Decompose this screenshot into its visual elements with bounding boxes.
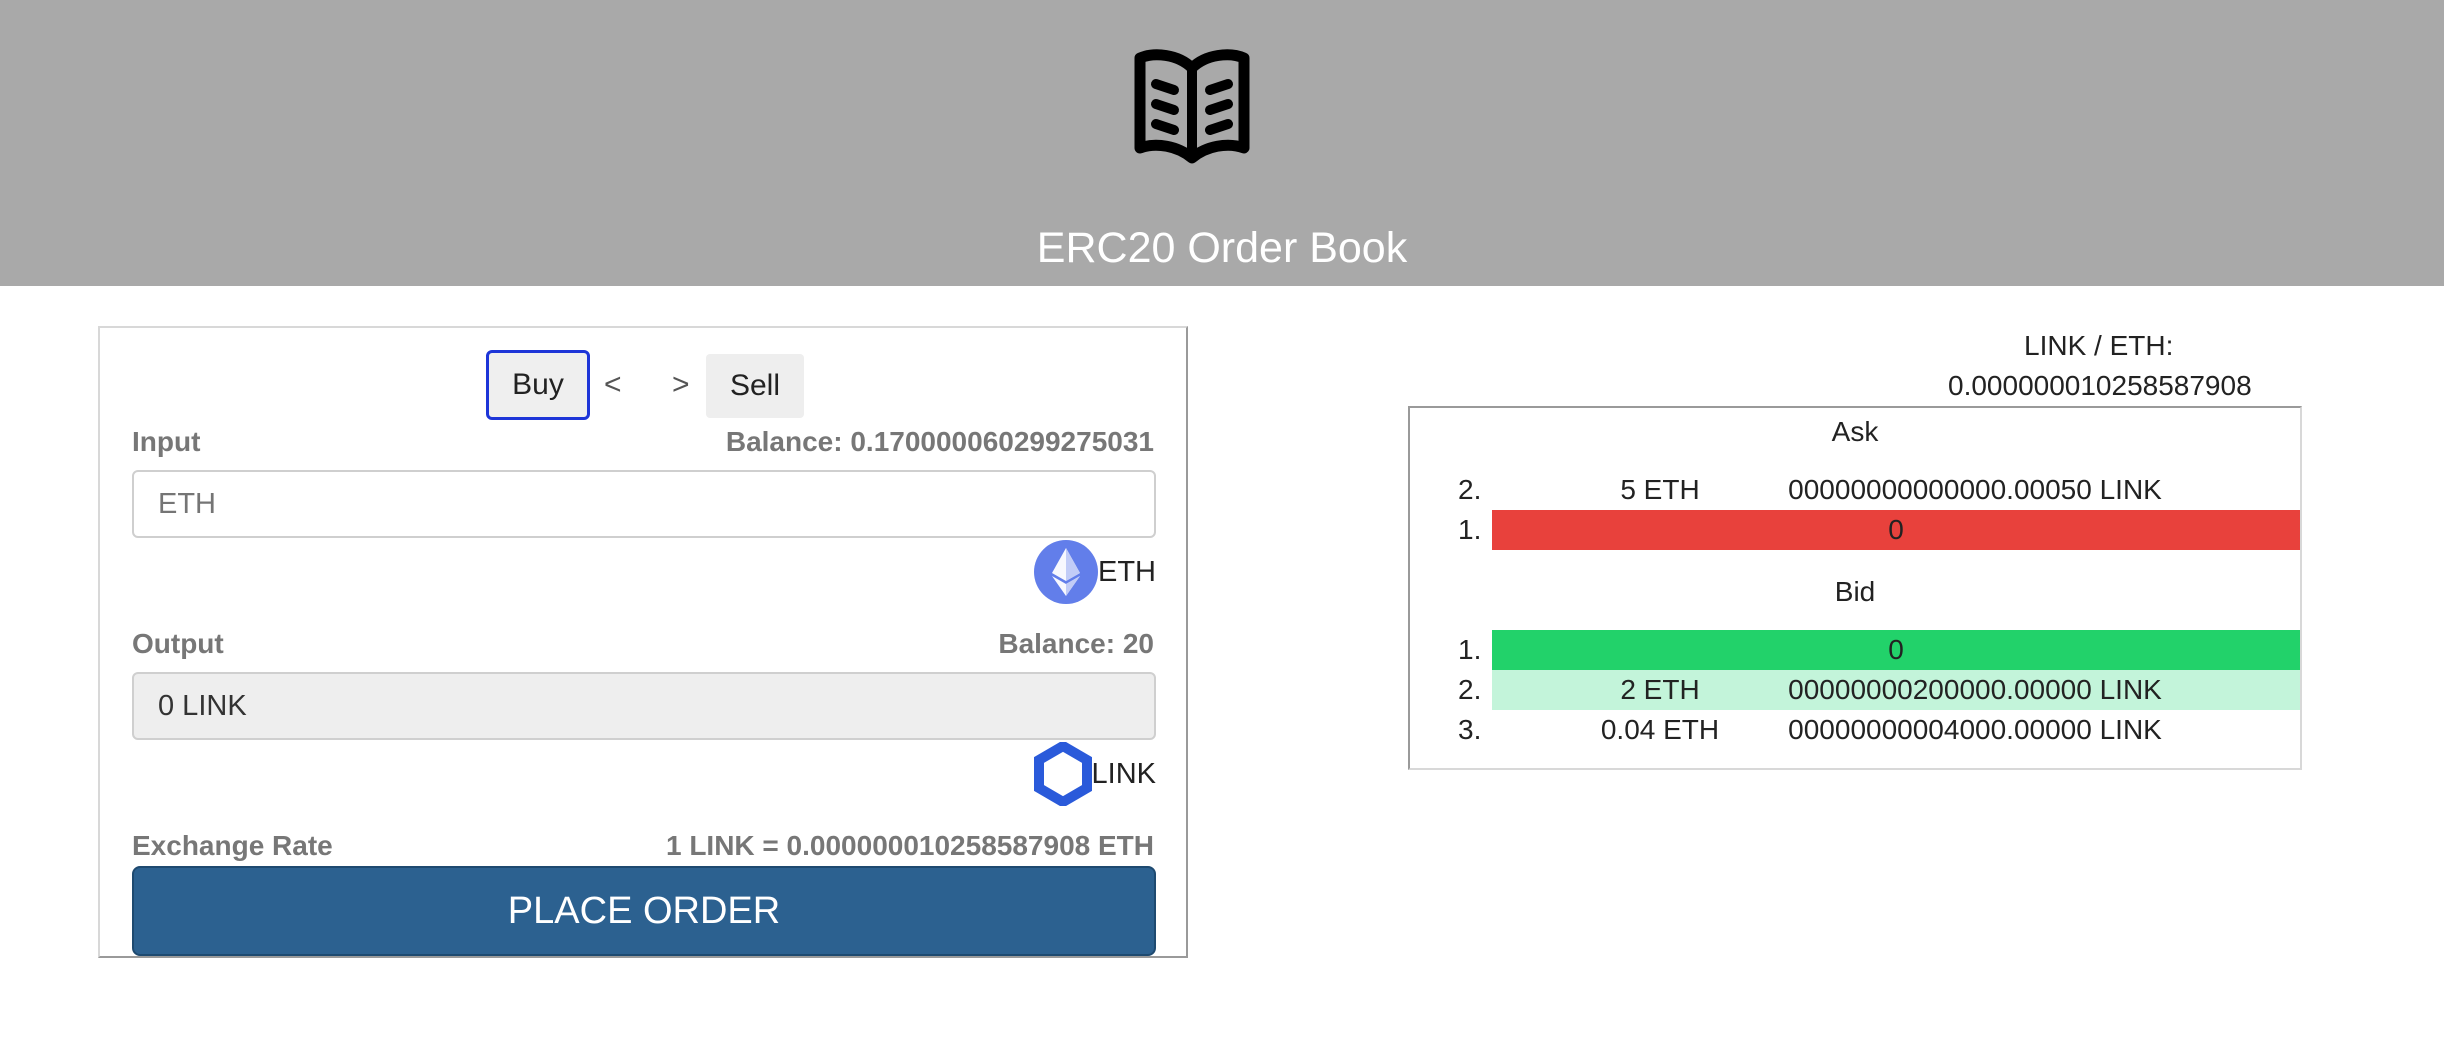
exchange-rate-label: Exchange Rate [132,830,333,861]
buy-button[interactable]: Buy [486,350,590,420]
ask-heading: Ask [1831,416,1879,447]
input-label: Input [132,426,201,457]
page-title: ERC20 Order Book [1036,224,1408,272]
output-balance: Balance: 20 [998,628,1154,659]
row-amount: 2 ETH [1620,674,1700,705]
row-rank: 2. [1458,474,1482,505]
pair-label: LINK / ETH: [2024,330,2174,361]
row-value: 0 [1888,634,1904,665]
row-rank: 3. [1458,714,1482,745]
input-amount-field[interactable] [132,470,1156,538]
row-total: 00000000000000.00050 LINK [1788,474,2162,505]
ask-row-best[interactable]: 1. 0 [1410,510,2300,550]
output-token-symbol: LINK [1091,757,1156,790]
input-token-symbol: ETH [1098,555,1156,588]
input-balance: Balance: 0.170000060299275031 [725,426,1154,457]
exchange-rate-value: 1 LINK = 0.000000010258587908 ETH [665,830,1154,861]
ethereum-icon [1034,540,1098,604]
next-arrow[interactable]: > [672,350,690,420]
bid-row-best[interactable]: 1. 0 [1410,630,2300,670]
row-amount: 5 ETH [1620,474,1700,505]
input-token-tag: ETH [1034,540,1156,604]
row-total: 00000000200000.00000 LINK [1788,674,2162,705]
bid-row[interactable]: 3. 0.04 ETH 00000000004000.00000 LINK [1410,710,2300,750]
place-order-button[interactable]: PLACE ORDER [132,866,1156,956]
bid-heading: Bid [1834,576,1876,607]
order-book-table: Ask 2. 5 ETH 00000000000000.00050 LINK 1… [1408,406,2302,770]
header-bar: ERC20 Order Book [0,0,2444,286]
output-amount-field: 0 LINK [132,672,1156,740]
output-token-tag: LINK [1033,742,1156,806]
prev-arrow[interactable]: < [604,350,622,420]
row-total: 00000000004000.00000 LINK [1788,714,2162,745]
sell-button[interactable]: Sell [706,354,804,418]
order-form-panel: Buy < > Sell Input Balance: 0.1700000602… [98,326,1188,958]
open-book-icon [1134,49,1250,164]
chainlink-icon [1033,742,1092,806]
row-amount: 0.04 ETH [1600,714,1720,745]
output-label: Output [132,628,224,659]
row-rank: 1. [1458,634,1482,665]
row-rank: 2. [1458,674,1482,705]
row-rank: 1. [1458,514,1482,545]
bid-row[interactable]: 2. 2 ETH 00000000200000.00000 LINK [1410,670,2300,710]
pair-price: 0.000000010258587908 [1948,370,2252,401]
ask-row[interactable]: 2. 5 ETH 00000000000000.00050 LINK [1410,470,2300,510]
row-value: 0 [1888,514,1904,545]
